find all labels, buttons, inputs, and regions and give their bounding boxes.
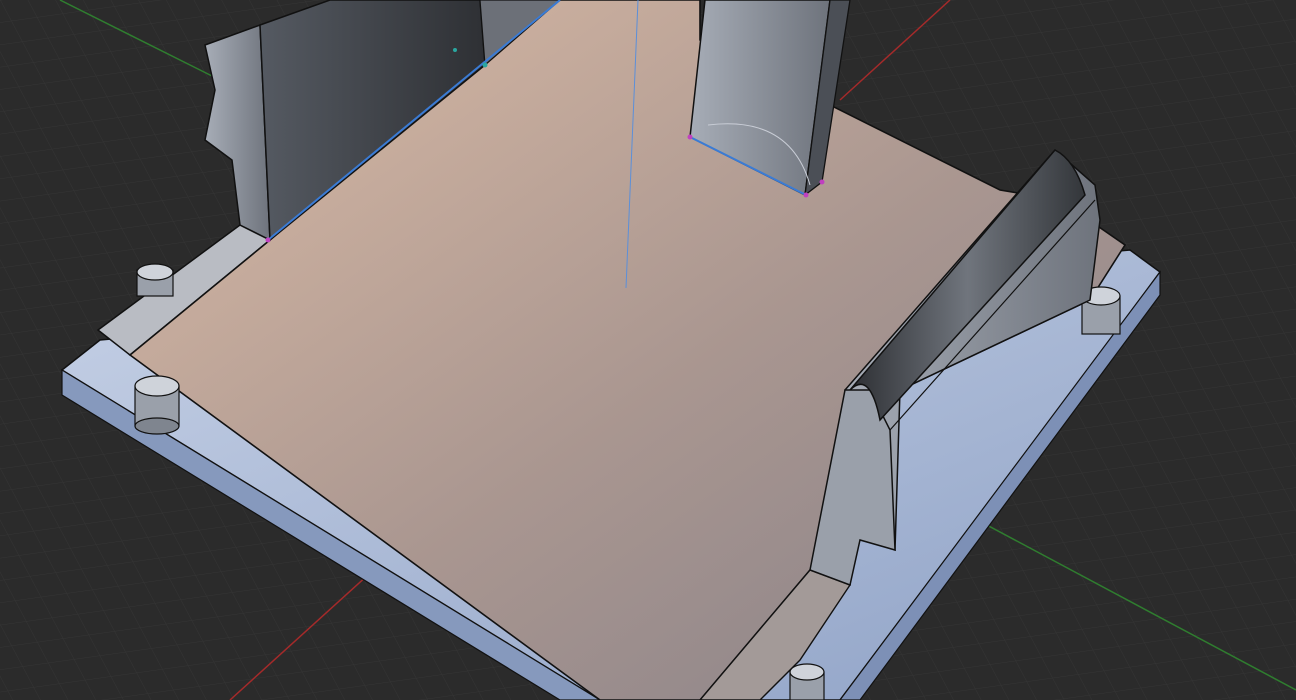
vertex-point[interactable] [453,48,457,52]
3d-viewport[interactable] [0,0,1296,700]
peg-bottom[interactable] [789,663,825,700]
vertex-point[interactable] [819,179,825,185]
vertex-point[interactable] [482,62,488,68]
vertex-point[interactable] [687,134,693,140]
peg-left-top[interactable] [136,263,174,297]
peg-left-bottom[interactable] [134,375,180,435]
scene-canvas[interactable] [0,0,1296,700]
vertex-point[interactable] [803,192,809,198]
vertex-point[interactable] [265,237,271,243]
